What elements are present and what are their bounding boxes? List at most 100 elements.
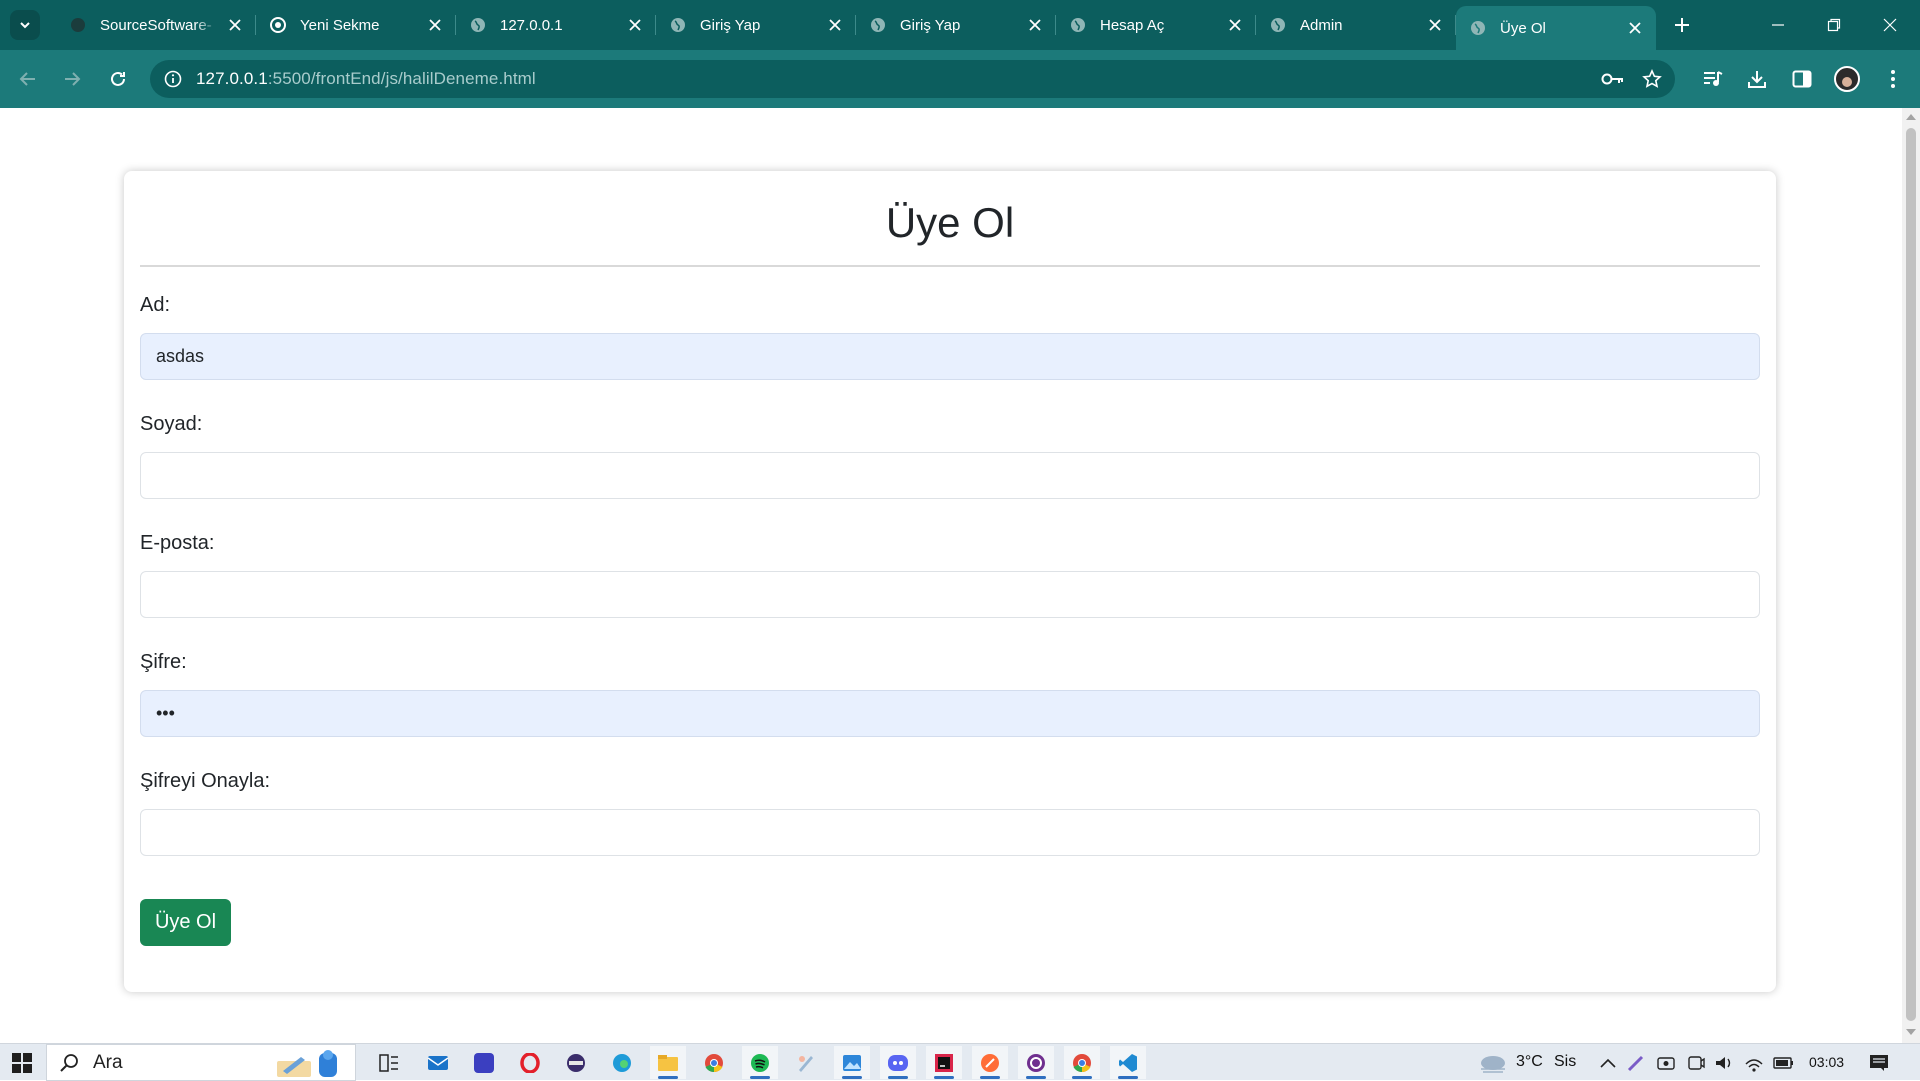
restore-icon <box>1827 18 1841 32</box>
weather-temperature: 3°C <box>1516 1053 1543 1070</box>
last-name-field[interactable] <box>140 452 1760 499</box>
page-title: Üye Ol <box>885 199 1015 246</box>
tab-title: Admin <box>1300 16 1343 34</box>
tab-title: SourceSoftware- <box>100 16 212 34</box>
pen-tray-icon[interactable] <box>1625 1052 1647 1074</box>
search-placeholder: Ara <box>93 1051 123 1073</box>
meet-now-icon[interactable] <box>1655 1052 1677 1074</box>
search-icon <box>60 1053 78 1072</box>
confirm-password-field[interactable] <box>140 809 1760 856</box>
menu-button[interactable] <box>1873 59 1913 99</box>
discord-icon[interactable] <box>880 1046 916 1079</box>
edge-icon[interactable] <box>604 1046 640 1079</box>
weather-condition: Sis <box>1554 1053 1577 1070</box>
password-label: Şifre: <box>140 651 187 673</box>
scroll-up-icon[interactable] <box>1906 114 1916 120</box>
windows-icon <box>12 1052 32 1073</box>
site-info-button[interactable] <box>158 64 188 94</box>
start-button[interactable] <box>0 1044 44 1081</box>
reload-button[interactable] <box>98 59 138 99</box>
chevron-down-icon <box>20 22 30 29</box>
chevron-up-icon[interactable] <box>1597 1052 1619 1074</box>
close-icon[interactable] <box>1026 16 1044 34</box>
signup-button[interactable]: Üye Ol <box>140 899 231 946</box>
clock[interactable]: 03:03 <box>1809 1054 1844 1070</box>
tab-giris-yap-2[interactable]: Giriş Yap <box>856 0 1056 50</box>
tab-sourcesoftware[interactable]: SourceSoftware- <box>56 0 256 50</box>
tab-uye-ol[interactable]: Üye Ol <box>1456 6 1656 50</box>
globe-icon <box>1070 17 1086 33</box>
info-icon <box>164 70 182 88</box>
chrome-icon[interactable] <box>696 1046 732 1079</box>
chrome-profile-icon[interactable] <box>1064 1046 1100 1079</box>
close-icon[interactable] <box>1226 16 1244 34</box>
vscode-icon[interactable] <box>1110 1046 1146 1079</box>
close-icon[interactable] <box>626 16 644 34</box>
globe-icon <box>470 17 486 33</box>
tab-search-button[interactable] <box>10 10 40 40</box>
downloads-button[interactable] <box>1737 59 1777 99</box>
address-bar[interactable]: 127.0.0.1:5500/frontEnd/js/halilDeneme.h… <box>150 60 1675 98</box>
postman-icon[interactable] <box>972 1046 1008 1079</box>
wifi-icon[interactable] <box>1743 1052 1765 1074</box>
tab-127-0-0-1[interactable]: 127.0.0.1 <box>456 0 656 50</box>
tab-hesap-ac[interactable]: Hesap Aç <box>1056 0 1256 50</box>
taskbar-search[interactable]: Ara <box>46 1044 356 1081</box>
password-key-button[interactable] <box>1598 64 1628 94</box>
close-icon[interactable] <box>1626 19 1644 37</box>
pen-app-icon[interactable] <box>466 1046 502 1079</box>
side-panel-button[interactable] <box>1782 59 1822 99</box>
tab-giris-yap-1[interactable]: Giriş Yap <box>656 0 856 50</box>
first-name-field[interactable] <box>140 333 1760 380</box>
jetbrains-icon[interactable] <box>926 1046 962 1079</box>
page-viewport: Üye Ol Ad: Soyad: E-posta: Şifre: Şifrey… <box>0 108 1902 1043</box>
profile-button[interactable] <box>1827 59 1867 99</box>
scroll-thumb[interactable] <box>1906 128 1916 1021</box>
new-tab-button[interactable] <box>1664 7 1700 43</box>
tab-title: 127.0.0.1 <box>500 16 563 34</box>
minimize-button[interactable] <box>1750 0 1806 50</box>
mail-icon[interactable] <box>420 1046 456 1079</box>
arrow-right-icon <box>65 72 81 86</box>
star-icon <box>1642 69 1662 88</box>
volume-icon[interactable] <box>1713 1052 1735 1074</box>
scroll-down-icon[interactable] <box>1906 1029 1916 1035</box>
tab-admin[interactable]: Admin <box>1256 0 1456 50</box>
chrome-icon <box>270 17 286 33</box>
search-highlight-icon <box>277 1050 337 1077</box>
close-icon[interactable] <box>226 16 244 34</box>
close-icon[interactable] <box>1426 16 1444 34</box>
battery-icon[interactable] <box>1773 1052 1795 1074</box>
opera-icon[interactable] <box>512 1046 548 1079</box>
spotify-icon[interactable] <box>742 1046 778 1079</box>
obs-icon[interactable] <box>1018 1046 1054 1079</box>
dark-circle-icon <box>70 17 86 33</box>
page-scrollbar[interactable] <box>1902 108 1920 1043</box>
email-field[interactable] <box>140 571 1760 618</box>
tab-yeni-sekme[interactable]: Yeni Sekme <box>256 0 456 50</box>
close-icon[interactable] <box>826 16 844 34</box>
key-icon <box>1601 73 1623 85</box>
tab-title: Hesap Aç <box>1100 16 1165 34</box>
weather-cloud-icon[interactable] <box>1478 1052 1508 1074</box>
camera-tray-icon[interactable] <box>1685 1052 1707 1074</box>
url-host: 127.0.0.1 <box>196 69 268 88</box>
tab-strip: SourceSoftware- Yeni Sekme 127.0.0.1 Gir… <box>0 0 1920 50</box>
photos-icon[interactable] <box>834 1046 870 1079</box>
media-app-icon[interactable] <box>558 1046 594 1079</box>
password-field[interactable] <box>140 690 1760 737</box>
last-name-label: Soyad: <box>140 413 203 435</box>
notifications-icon[interactable] <box>1868 1052 1890 1074</box>
globe-icon <box>1270 17 1286 33</box>
media-control-button[interactable] <box>1693 59 1733 99</box>
forward-button[interactable] <box>52 59 92 99</box>
bookmark-button[interactable] <box>1637 64 1667 94</box>
back-button[interactable] <box>8 59 48 99</box>
restore-button[interactable] <box>1806 0 1862 50</box>
close-icon[interactable] <box>426 16 444 34</box>
file-explorer-icon[interactable] <box>650 1046 686 1079</box>
paint-icon[interactable] <box>788 1046 824 1079</box>
url-text[interactable]: 127.0.0.1:5500/frontEnd/js/halilDeneme.h… <box>196 69 536 89</box>
close-window-button[interactable] <box>1862 0 1918 50</box>
task-view-icon[interactable] <box>371 1046 407 1079</box>
